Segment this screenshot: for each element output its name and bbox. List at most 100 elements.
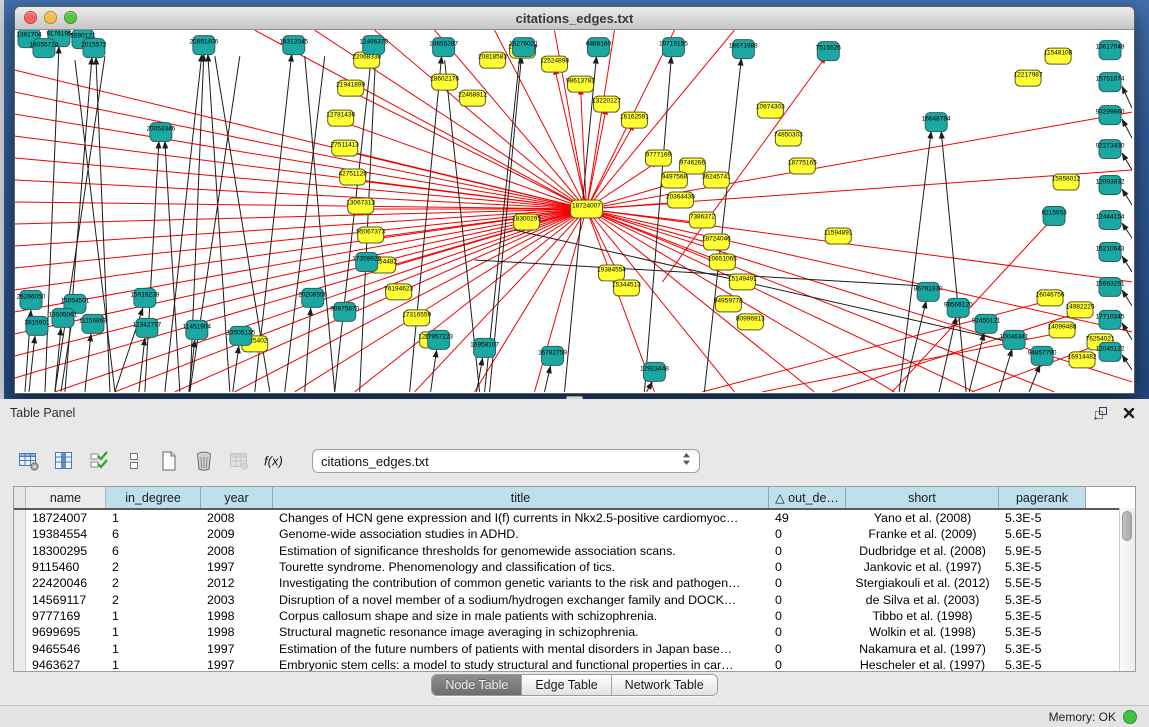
table-cell[interactable]: Nakamura et al. (1997) [846, 642, 999, 656]
table-cell[interactable]: 5.5E-5 [999, 576, 1086, 590]
delete-table-icon[interactable] [191, 447, 217, 475]
table-cell[interactable]: 0 [769, 527, 846, 541]
table-cell[interactable]: 5.3E-5 [999, 609, 1086, 623]
table-cell[interactable]: 1998 [201, 625, 273, 639]
table-cell[interactable]: 2009 [201, 527, 273, 541]
table-cell[interactable]: 1 [106, 609, 201, 623]
table-cell[interactable]: 9777169 [26, 609, 106, 623]
table-row[interactable]: 2242004622012Investigating the contribut… [14, 575, 1135, 591]
table-cell[interactable]: Estimation of significance thresholds fo… [273, 544, 769, 558]
table-cell[interactable]: 1 [106, 658, 201, 672]
table-cell[interactable]: 0 [769, 642, 846, 656]
table-cell[interactable]: Tibbo et al. (1998) [846, 609, 999, 623]
function-builder-icon[interactable]: f(x) [261, 447, 287, 475]
table-cell[interactable]: 6 [106, 527, 201, 541]
table-cell[interactable]: 5.9E-5 [999, 544, 1086, 558]
table-cell[interactable]: Embryonic stem cells: a model to study s… [273, 658, 769, 672]
table-cell[interactable]: Disruption of a novel member of a sodium… [273, 593, 769, 607]
table-cell[interactable]: 2 [106, 560, 201, 574]
scrollbar-thumb[interactable] [1122, 511, 1132, 541]
table-row[interactable]: 977716911998Corpus callosum shape and si… [14, 608, 1135, 624]
table-cell[interactable]: 9699695 [26, 625, 106, 639]
table-cell[interactable]: Dudbridge et al. (2008) [846, 544, 999, 558]
table-cell[interactable]: Wolkin et al. (1998) [846, 625, 999, 639]
table-cell[interactable]: 2 [106, 593, 201, 607]
table-cell[interactable]: 18724007 [26, 511, 106, 525]
table-cell[interactable]: Changes of HCN gene expression and I(f) … [273, 511, 769, 525]
column-header-pagerank[interactable]: pagerank [999, 487, 1086, 508]
table-cell[interactable]: 0 [769, 658, 846, 672]
table-row[interactable]: 969969511998Structural magnetic resonanc… [14, 624, 1135, 640]
table-cell[interactable]: 5.3E-5 [999, 560, 1086, 574]
table-cell[interactable]: 5.3E-5 [999, 511, 1086, 525]
table-cell[interactable]: 1997 [201, 560, 273, 574]
table-vertical-scrollbar[interactable] [1119, 508, 1135, 671]
table-cell[interactable]: de Silva et al. (2003) [846, 593, 999, 607]
table-cell[interactable]: 2 [106, 576, 201, 590]
table-cell[interactable]: 5.6E-5 [999, 527, 1086, 541]
column-header-title[interactable]: title [273, 487, 769, 508]
table-cell[interactable]: 22420046 [26, 576, 106, 590]
float-panel-icon[interactable] [1091, 404, 1111, 422]
zoom-button[interactable] [64, 11, 77, 24]
table-row[interactable]: 946554611997Estimation of the future num… [14, 640, 1135, 656]
close-button[interactable] [24, 11, 37, 24]
table-cell[interactable]: 2008 [201, 544, 273, 558]
table-row[interactable]: 1456911722003Disruption of a novel membe… [14, 591, 1135, 607]
table-cell[interactable]: 5.3E-5 [999, 658, 1086, 672]
table-cell[interactable]: 0 [769, 576, 846, 590]
table-cell[interactable]: 1 [106, 625, 201, 639]
table-cell[interactable]: 18300295 [26, 544, 106, 558]
tab-node-table[interactable]: Node Table [432, 675, 522, 695]
minimize-button[interactable] [44, 11, 57, 24]
table-cell[interactable]: 49 [769, 511, 846, 525]
table-cell[interactable]: 0 [769, 593, 846, 607]
table-cell[interactable]: Hescheler et al. (1997) [846, 658, 999, 672]
table-cell[interactable]: 0 [769, 560, 846, 574]
table-cell[interactable]: 2012 [201, 576, 273, 590]
table-cell[interactable]: 1998 [201, 609, 273, 623]
column-header-year[interactable]: year [201, 487, 273, 508]
table-cell[interactable]: 1 [106, 511, 201, 525]
validate-rows-icon[interactable] [86, 447, 112, 475]
table-cell[interactable]: Tourette syndrome. Phenomenology and cla… [273, 560, 769, 574]
new-document-icon[interactable] [156, 447, 182, 475]
table-cell[interactable]: 1 [106, 642, 201, 656]
table-cell[interactable]: 14569117 [26, 593, 106, 607]
table-cell[interactable]: Structural magnetic resonance image aver… [273, 625, 769, 639]
table-cell[interactable]: Estimation of the future numbers of pati… [273, 642, 769, 656]
table-cell[interactable]: Yano et al. (2008) [846, 511, 999, 525]
table-cell[interactable]: 6 [106, 544, 201, 558]
table-cell[interactable]: Corpus callosum shape and size in male p… [273, 609, 769, 623]
table-row[interactable]: 1938455462009Genome-wide association stu… [14, 526, 1135, 542]
column-header-name[interactable]: name [26, 487, 106, 508]
table-cell[interactable]: 0 [769, 609, 846, 623]
column-header-in-degree[interactable]: in_degree [106, 487, 201, 508]
rows-icon[interactable] [121, 447, 147, 475]
table-row[interactable]: 1830029562008Estimation of significance … [14, 543, 1135, 559]
table-cell[interactable]: Jankovic et al. (1997) [846, 560, 999, 574]
table-cell[interactable]: 1997 [201, 642, 273, 656]
column-header-out-de-[interactable]: △ out_de… [769, 487, 846, 508]
tab-edge-table[interactable]: Edge Table [522, 675, 611, 695]
table-cell[interactable]: 1997 [201, 658, 273, 672]
close-panel-icon[interactable] [1119, 404, 1139, 422]
network-window-titlebar[interactable]: citations_edges.txt [15, 7, 1134, 30]
table-cell[interactable]: 9115460 [26, 560, 106, 574]
table-cell[interactable]: Franke et al. (2009) [846, 527, 999, 541]
network-graph[interactable]: 2206833821941899127814362751141342751126… [15, 30, 1132, 392]
select-columns-icon[interactable] [51, 447, 77, 475]
create-table-icon[interactable] [16, 447, 42, 475]
table-cell[interactable]: 19384554 [26, 527, 106, 541]
table-cell[interactable]: Investigating the contribution of common… [273, 576, 769, 590]
tab-network-table[interactable]: Network Table [612, 675, 717, 695]
table-cell[interactable]: 0 [769, 544, 846, 558]
table-cell[interactable]: 5.3E-5 [999, 625, 1086, 639]
table-cell[interactable]: 5.3E-5 [999, 593, 1086, 607]
table-cell[interactable]: 2008 [201, 511, 273, 525]
table-cell[interactable]: 2003 [201, 593, 273, 607]
table-cell[interactable]: 9463627 [26, 658, 106, 672]
table-cell[interactable]: 0 [769, 625, 846, 639]
column-header-short[interactable]: short [846, 487, 999, 508]
table-cell[interactable]: Genome-wide association studies in ADHD. [273, 527, 769, 541]
